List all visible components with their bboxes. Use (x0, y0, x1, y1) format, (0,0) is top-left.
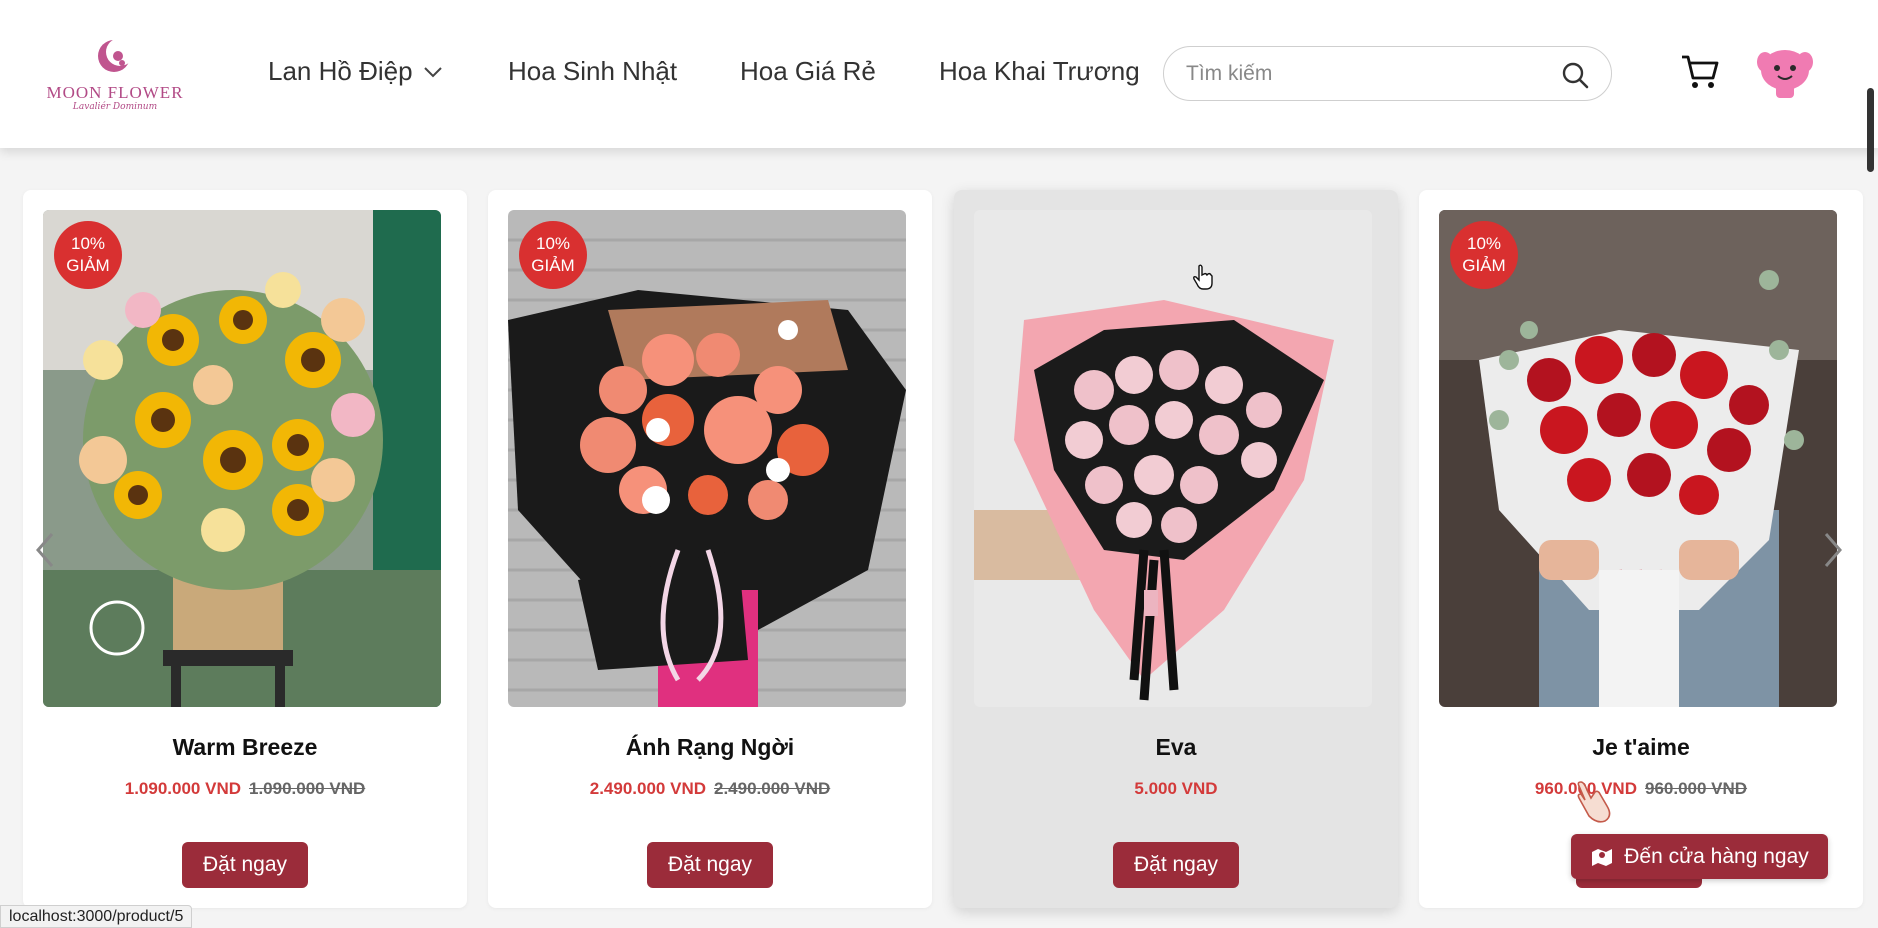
brand-tagline: Lavaliér Dominum (72, 102, 158, 112)
product-card[interactable]: 10% GIẢM Warm Breeze 1.090.000 VND 1.090.… (23, 190, 467, 908)
product-card[interactable]: Eva 5.000 VND Đặt ngay (954, 190, 1398, 908)
product-name[interactable]: Je t'aime (1419, 734, 1863, 761)
product-image[interactable]: 10% GIẢM (43, 210, 441, 707)
moon-logo-icon (98, 38, 134, 72)
pink-rose-bouquet-image (974, 210, 1372, 707)
product-card[interactable]: 10% GIẢM Ánh Rạng Ngời 2.490.000 VND 2.49… (488, 190, 932, 908)
order-now-button[interactable]: Đặt ngay (182, 842, 308, 888)
nav-item-label: Hoa Khai Trương (939, 56, 1140, 86)
product-prices: 960.000 VND 960.000 VND (1419, 779, 1863, 799)
discount-badge: 10% GIẢM (519, 221, 587, 289)
nav-item-label: Hoa Giá Rẻ (740, 56, 876, 86)
page-scrollbar[interactable] (1867, 88, 1874, 172)
product-name[interactable]: Ánh Rạng Ngời (488, 734, 932, 761)
discount-badge: 10% GIẢM (1450, 221, 1518, 289)
chevron-down-icon (423, 66, 442, 77)
go-to-store-label: Đến cửa hàng ngay (1624, 844, 1809, 868)
chevron-left-icon[interactable] (34, 530, 56, 570)
product-prices: 1.090.000 VND 1.090.000 VND (23, 779, 467, 799)
page: MOON FLOWER Lavaliér Dominum Lan Hồ Điệp… (0, 0, 1878, 928)
product-old-price: 1.090.000 VND (249, 779, 366, 798)
avatar[interactable] (1756, 44, 1814, 102)
nav-item-hoa-gia-re[interactable]: Hoa Giá Rẻ (740, 56, 876, 87)
brand-name: MOON FLOWER (46, 83, 184, 102)
product-image[interactable] (974, 210, 1372, 707)
search-icon[interactable] (1561, 61, 1589, 89)
product-prices: 2.490.000 VND 2.490.000 VND (488, 779, 932, 799)
map-icon (1592, 848, 1613, 866)
nav-item-label: Lan Hồ Điệp (268, 56, 413, 86)
nav-item-lan-ho-diep[interactable]: Lan Hồ Điệp (268, 56, 443, 87)
brand-logo[interactable]: MOON FLOWER Lavaliér Dominum (44, 36, 186, 116)
status-bar-url: localhost:3000/product/5 (0, 905, 193, 928)
nav-item-hoa-sinh-nhat[interactable]: Hoa Sinh Nhật (508, 56, 677, 87)
product-old-price: 2.490.000 VND (714, 779, 831, 798)
product-prices: 5.000 VND (954, 779, 1398, 799)
product-image[interactable]: 10% GIẢM (1439, 210, 1837, 707)
cart-icon[interactable] (1680, 54, 1720, 90)
nav-item-hoa-khai-truong[interactable]: Hoa Khai Trương (939, 56, 1140, 87)
product-name[interactable]: Warm Breeze (23, 734, 467, 761)
product-image[interactable]: 10% GIẢM (508, 210, 906, 707)
order-now-button[interactable]: Đặt ngay (647, 842, 773, 888)
product-price: 1.090.000 VND (124, 779, 241, 798)
order-now-button[interactable]: Đặt ngay (1113, 842, 1239, 888)
product-card[interactable]: 10% GIẢM Je t'aime 960.000 VND 960.000 VN… (1419, 190, 1863, 908)
hand-pointer-cursor-icon (1577, 781, 1611, 823)
search-box (1163, 46, 1612, 101)
site-header: MOON FLOWER Lavaliér Dominum Lan Hồ Điệp… (0, 0, 1878, 148)
chevron-right-icon[interactable] (1822, 530, 1844, 570)
nav-item-label: Hoa Sinh Nhật (508, 56, 678, 86)
go-to-store-button[interactable]: Đến cửa hàng ngay (1571, 834, 1828, 879)
search-input[interactable] (1186, 59, 1546, 89)
product-price: 2.490.000 VND (589, 779, 706, 798)
discount-badge: 10% GIẢM (54, 221, 122, 289)
product-price: 5.000 VND (1134, 779, 1218, 798)
hand-pointer-cursor-icon (1193, 264, 1213, 290)
product-name[interactable]: Eva (954, 734, 1398, 761)
product-old-price: 960.000 VND (1645, 779, 1748, 798)
